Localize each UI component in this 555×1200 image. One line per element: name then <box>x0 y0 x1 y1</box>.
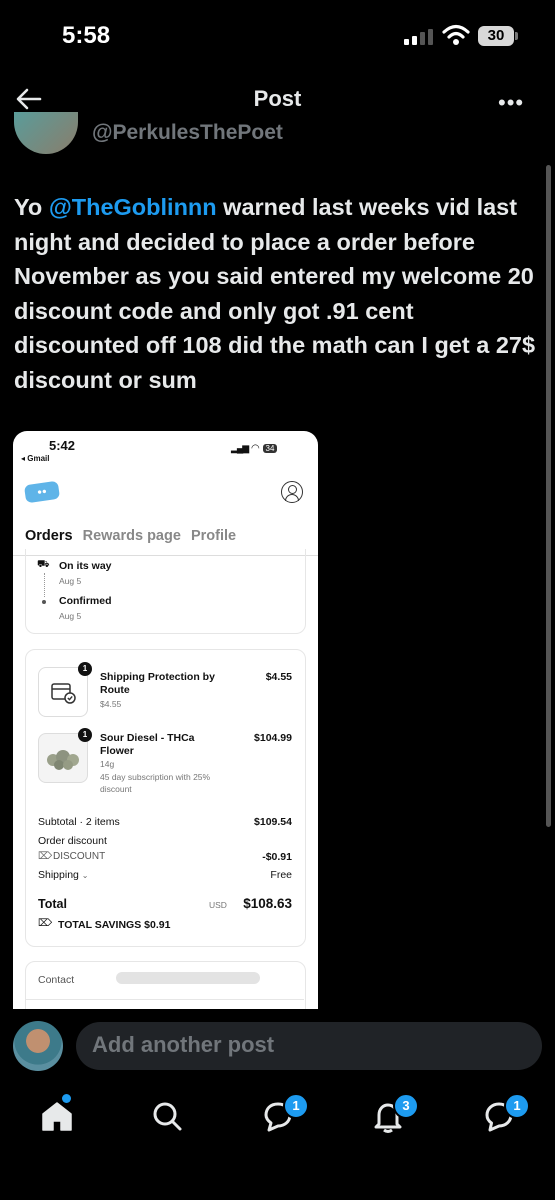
page-title: Post <box>253 86 302 111</box>
order-discount-label: Order discount <box>38 835 107 847</box>
item-note: 45 day subscription with 25% discount <box>100 772 211 794</box>
total-label: Total <box>38 897 67 911</box>
battery-indicator: 30 <box>478 26 514 46</box>
contact-divider <box>25 999 304 1000</box>
attached-screenshot[interactable]: 5:42 ◂ Gmail ▂▄▆ ◠ 34 ●● Orders Rewards … <box>13 431 318 1009</box>
savings-tag-icon: ⌦ <box>38 918 53 929</box>
communities-badge: 1 <box>283 1093 309 1119</box>
tracking-date: Aug 5 <box>59 576 82 586</box>
tab-profile: Profile <box>190 528 237 544</box>
embed-status-icons: ▂▄▆ ◠ 34 <box>231 443 278 454</box>
shipping-label-text: Shipping <box>38 869 79 881</box>
discount-code: DISCOUNT <box>53 851 106 862</box>
more-options-icon[interactable]: ••• <box>498 90 524 116</box>
tracking-line <box>44 573 46 597</box>
scrollbar[interactable] <box>546 165 551 827</box>
tracking-status: On its way <box>59 560 112 572</box>
item-price: $4.55 <box>265 671 292 683</box>
total-currency: USD <box>209 900 227 910</box>
status-time: 5:58 <box>62 22 111 49</box>
contact-redacted <box>116 972 260 984</box>
discount-value: -$0.91 <box>262 851 292 863</box>
discount-tag-icon: ⌦ <box>38 851 53 862</box>
signal-icon <box>404 29 433 45</box>
user-avatar[interactable] <box>13 1021 63 1071</box>
item-qty-badge: 1 <box>78 728 92 742</box>
contact-label: Contact <box>38 974 75 986</box>
embed-wifi-icon: ◠ <box>251 443 260 454</box>
item-name: Sour Diesel - THCa Flower <box>100 732 195 757</box>
embed-status-time: 5:42 <box>49 438 76 453</box>
package-check-icon <box>51 683 76 704</box>
item-weight: 14g <box>100 759 115 769</box>
tab-orders: Orders <box>25 528 73 544</box>
tracking-status: Confirmed <box>59 595 112 607</box>
notifications-badge: 3 <box>393 1093 419 1119</box>
item-name: Shipping Protection by Route <box>100 671 215 696</box>
embed-tabs: Orders Rewards page Profile <box>25 528 242 544</box>
shipping-label: Shipping ⌄ <box>38 869 89 881</box>
total-value: $108.63 <box>243 896 292 911</box>
flower-image <box>47 750 79 770</box>
tab-rewards: Rewards page <box>82 528 181 544</box>
messages-badge: 1 <box>504 1093 530 1119</box>
reply-placeholder[interactable]: Add another post <box>92 1032 274 1058</box>
tracking-dot <box>42 600 46 604</box>
item-subprice: $4.55 <box>100 699 122 709</box>
tracking-date: Aug 5 <box>59 611 82 621</box>
post-text: Yo @TheGoblinnn warned last weeks vid la… <box>14 190 544 397</box>
item-qty-badge: 1 <box>78 662 92 676</box>
embed-back-app: ◂ Gmail <box>21 454 50 463</box>
author-avatar[interactable] <box>14 112 78 154</box>
mention-link[interactable]: @TheGoblinnn <box>49 194 217 220</box>
post-text-start: Yo <box>14 194 49 220</box>
store-logo: ●● <box>23 480 61 504</box>
post-text-rest: warned last weeks vid last night and dec… <box>14 194 536 393</box>
home-notification-dot <box>62 1094 71 1103</box>
wifi-icon <box>442 24 470 45</box>
subtotal-label: Subtotal · 2 items <box>38 816 120 828</box>
battery-cap <box>515 32 518 40</box>
author-handle[interactable]: @PerkulesThePoet <box>92 121 283 147</box>
search-icon[interactable] <box>146 1095 188 1137</box>
total-savings: TOTAL SAVINGS $0.91 <box>58 919 171 931</box>
chevron-down-icon: ⌄ <box>81 871 89 880</box>
profile-icon <box>281 481 303 503</box>
item-price: $104.99 <box>254 732 292 744</box>
truck-icon: ⛟ <box>37 559 50 570</box>
home-icon[interactable] <box>36 1095 78 1137</box>
subtotal-value: $109.54 <box>254 816 292 828</box>
embed-battery: 34 <box>262 444 278 453</box>
shipping-value: Free <box>270 869 292 881</box>
